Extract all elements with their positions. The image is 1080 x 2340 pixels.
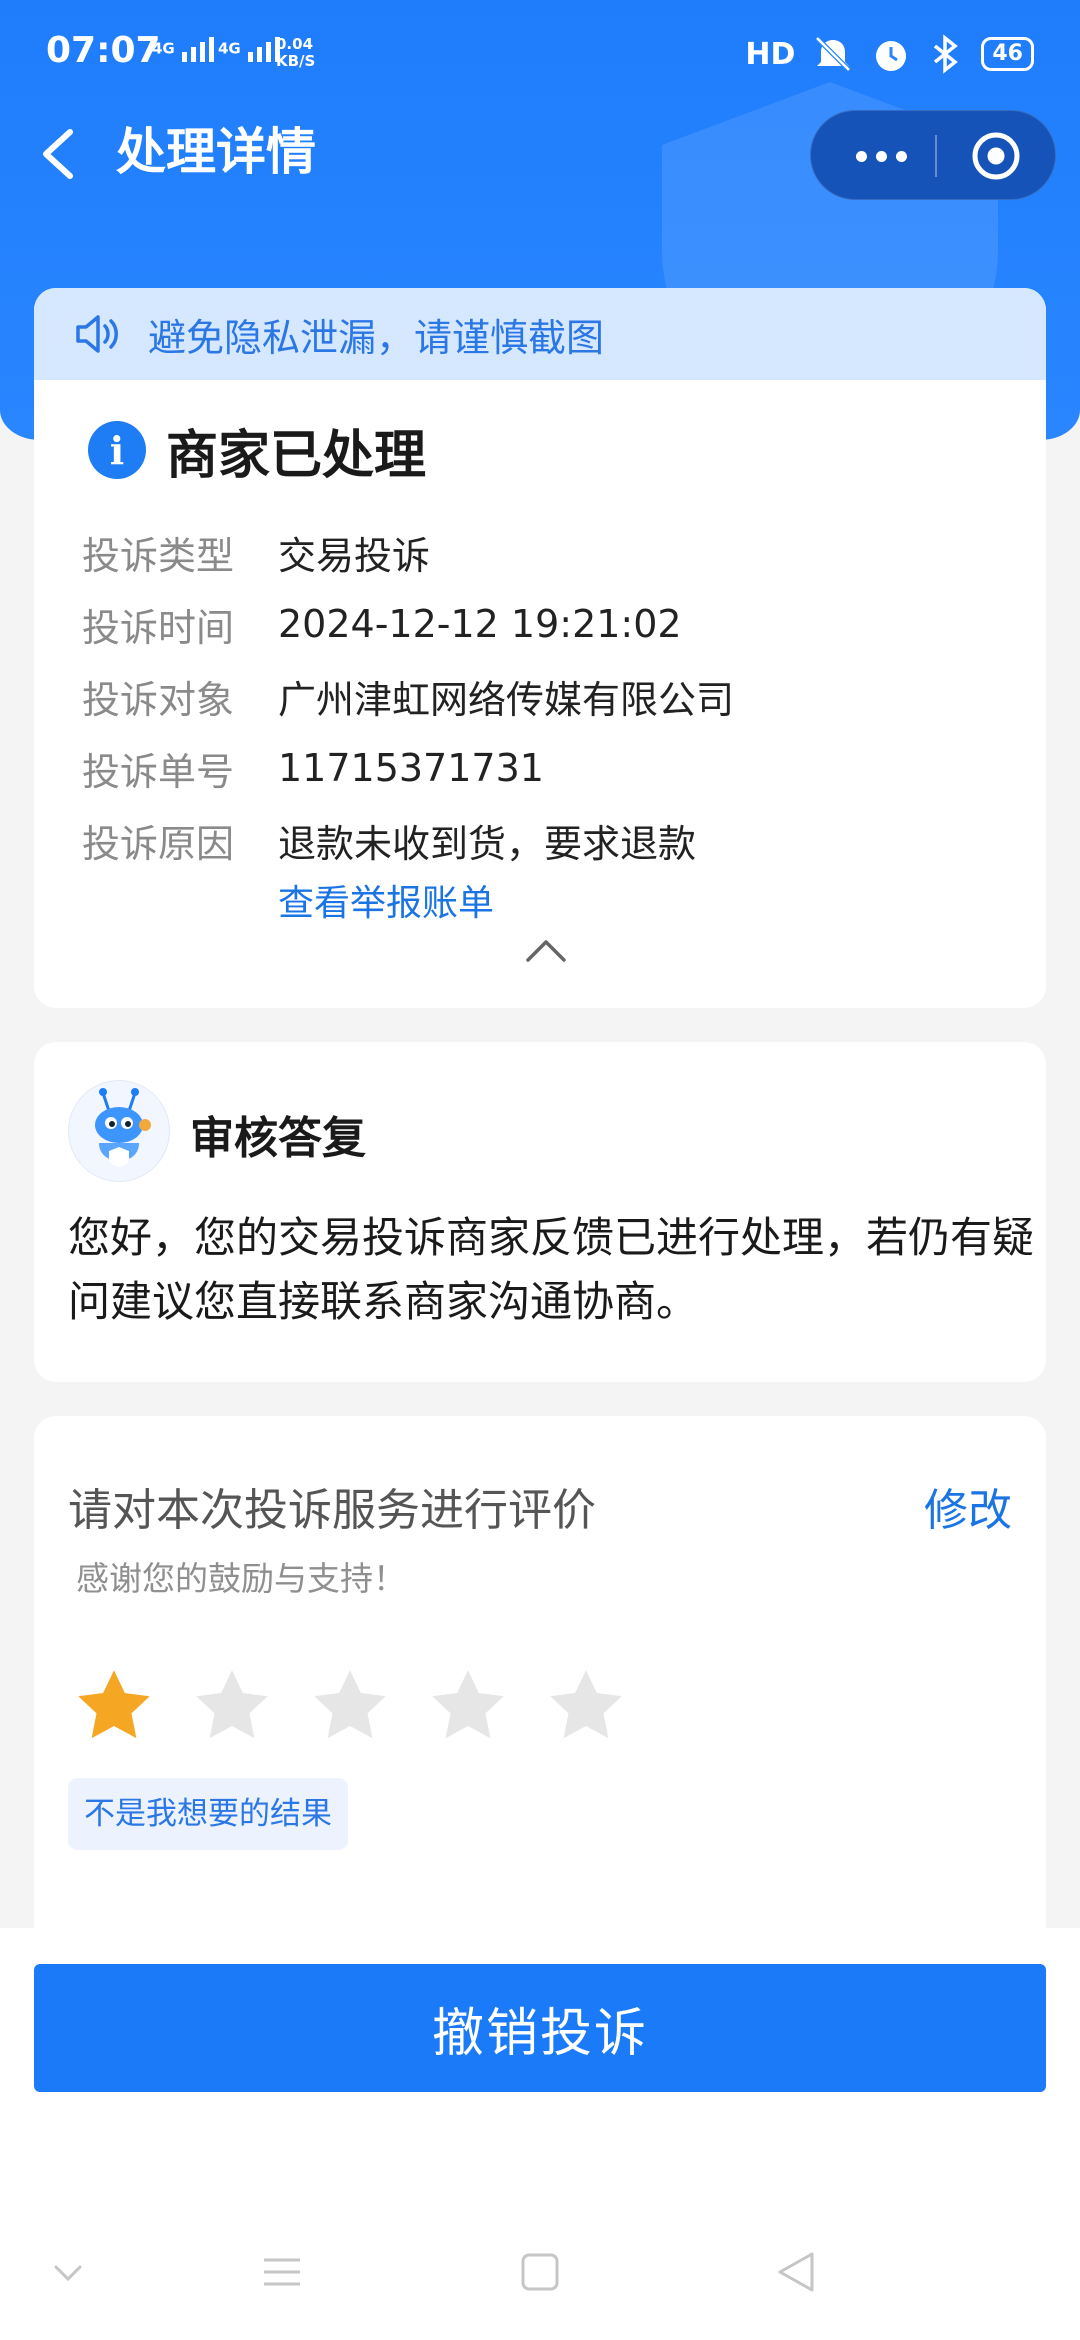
star-icon[interactable] bbox=[190, 1664, 274, 1748]
back-icon[interactable] bbox=[30, 122, 86, 186]
avatar bbox=[68, 1080, 170, 1182]
hd-indicator: HD bbox=[745, 36, 796, 72]
privacy-notice-text: 避免隐私泄漏，请谨慎截图 bbox=[148, 315, 605, 360]
close-target-icon[interactable] bbox=[971, 131, 1021, 181]
more-icon[interactable] bbox=[831, 111, 931, 201]
robot-mascot-icon bbox=[95, 1088, 151, 1167]
star-icon[interactable] bbox=[544, 1664, 628, 1748]
star-icon[interactable] bbox=[308, 1664, 392, 1748]
complaint-status-row: i 商家已处理 bbox=[88, 410, 426, 490]
detail-label: 投诉对象 bbox=[82, 677, 235, 722]
signal-label-1: 4G bbox=[152, 39, 175, 58]
signal-indicator-2: 4G bbox=[218, 36, 282, 62]
chevron-up-icon[interactable] bbox=[524, 936, 568, 964]
detail-label: 投诉类型 bbox=[82, 533, 235, 578]
capsule-divider bbox=[935, 135, 937, 177]
bluetooth-icon bbox=[934, 34, 959, 74]
signal-indicator-1: 4G bbox=[152, 36, 216, 62]
net-speed-unit: KB/S bbox=[276, 52, 316, 70]
edit-rating-button[interactable]: 修改 bbox=[924, 1474, 1012, 1538]
mute-icon bbox=[815, 36, 852, 72]
detail-label: 投诉时间 bbox=[82, 605, 235, 650]
cancel-complaint-button[interactable]: 撤销投诉 bbox=[34, 1964, 1046, 2092]
detail-value: 退款未收到货，要求退款 bbox=[278, 821, 697, 866]
net-speed: 0.04 KB/S bbox=[276, 36, 315, 70]
complaint-status: 商家已处理 bbox=[166, 425, 427, 486]
star-icon[interactable] bbox=[72, 1664, 156, 1748]
page-title: 处理详情 bbox=[116, 123, 316, 181]
mini-program-capsule bbox=[810, 110, 1056, 200]
battery-indicator: 46 bbox=[981, 37, 1034, 71]
review-reply-text: 您好，您的交易投诉商家反馈已进行处理，若仍有疑问建议您直接联系商家沟通协商。 bbox=[68, 1213, 1035, 1326]
review-reply-card: 审核答复 您好，您的交易投诉商家反馈已进行处理，若仍有疑问建议您直接联系商家沟通… bbox=[34, 1042, 1046, 1382]
menu-icon[interactable] bbox=[262, 2252, 302, 2292]
rating-tag[interactable]: 不是我想要的结果 bbox=[68, 1778, 348, 1850]
rating-title: 请对本次投诉服务进行评价 bbox=[68, 1485, 596, 1536]
net-speed-value: 0.04 bbox=[276, 35, 314, 53]
speaker-icon bbox=[76, 315, 118, 353]
detail-row-reason: 投诉原因 退款未收到货，要求退款 bbox=[82, 812, 696, 868]
detail-label: 投诉原因 bbox=[82, 821, 235, 866]
detail-value: 广州津虹网络传媒有限公司 bbox=[278, 677, 735, 722]
back-triangle-icon[interactable] bbox=[774, 2250, 818, 2294]
complaint-detail-card: 避免隐私泄漏，请谨慎截图 i 商家已处理 投诉类型 交易投诉 投诉时间 2024… bbox=[34, 288, 1046, 1008]
home-icon[interactable] bbox=[520, 2252, 560, 2292]
star-icon[interactable] bbox=[426, 1664, 510, 1748]
status-bar: 07:07 4G 4G 0.04 KB/S HD 46 bbox=[0, 0, 1080, 110]
alarm-icon bbox=[876, 41, 907, 71]
review-reply-title: 审核答复 bbox=[190, 1113, 366, 1164]
rating-card: 请对本次投诉服务进行评价 修改 感谢您的鼓励与支持！ 不是我想要的结果 bbox=[34, 1416, 1046, 1976]
detail-row-number: 投诉单号 11715371731 bbox=[82, 740, 544, 796]
view-report-bill-link[interactable]: 查看举报账单 bbox=[278, 874, 494, 926]
privacy-notice: 避免隐私泄漏，请谨慎截图 bbox=[34, 288, 1046, 380]
detail-value: 11715371731 bbox=[278, 746, 544, 790]
detail-row-time: 投诉时间 2024-12-12 19:21:02 bbox=[82, 596, 682, 652]
chevron-down-icon[interactable] bbox=[52, 2262, 84, 2284]
signal-bars-icon bbox=[181, 37, 214, 62]
detail-value: 交易投诉 bbox=[278, 533, 431, 578]
detail-row-type: 投诉类型 交易投诉 bbox=[82, 524, 430, 580]
detail-row-target: 投诉对象 广州津虹网络传媒有限公司 bbox=[82, 668, 734, 724]
rating-subtitle: 感谢您的鼓励与支持！ bbox=[76, 1559, 406, 1598]
status-time: 07:07 bbox=[46, 30, 161, 71]
info-icon: i bbox=[88, 421, 146, 479]
detail-value: 2024-12-12 19:21:02 bbox=[278, 602, 682, 646]
detail-label: 投诉单号 bbox=[82, 749, 235, 794]
status-right-group: HD 46 bbox=[745, 30, 1034, 78]
star-rating[interactable] bbox=[72, 1664, 628, 1748]
signal-label-2: 4G bbox=[218, 39, 241, 58]
system-nav-bar bbox=[0, 2230, 1080, 2320]
